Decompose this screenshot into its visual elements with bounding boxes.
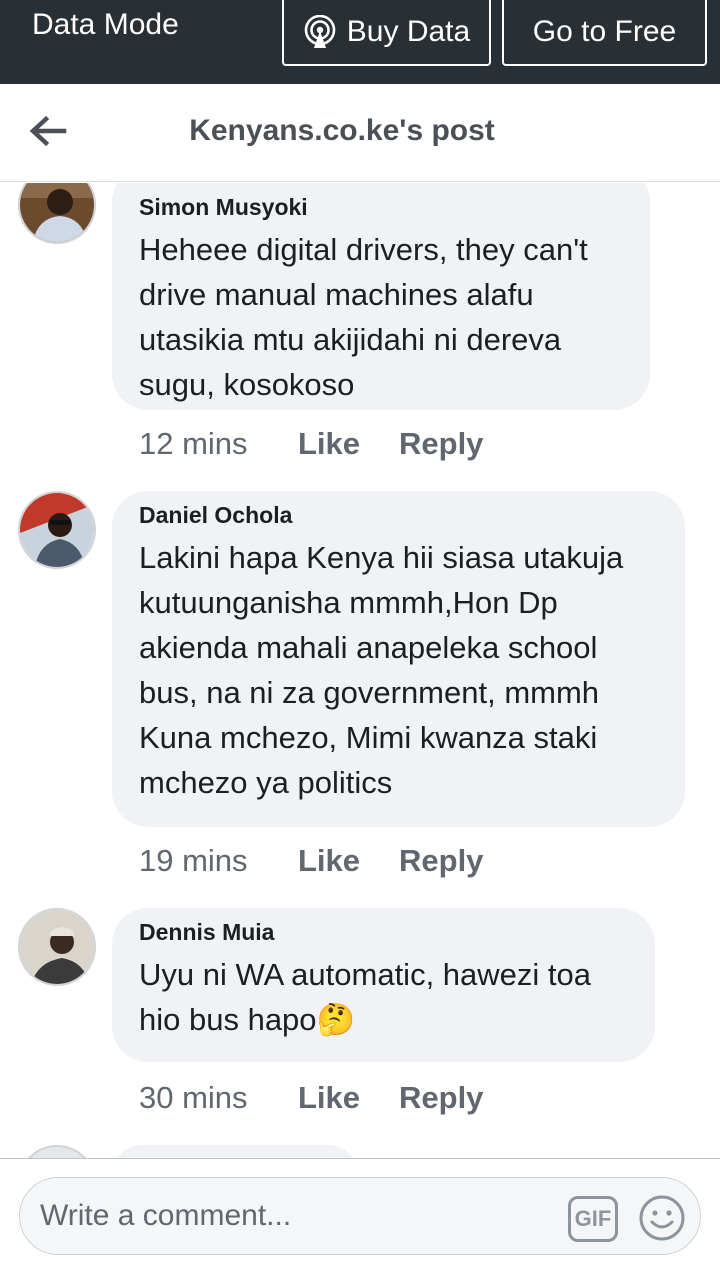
- reply-button[interactable]: Reply: [399, 843, 483, 879]
- comment-text: Lakini hapa Kenya hii siasa utakuja kutu…: [139, 540, 624, 800]
- buy-data-button[interactable]: Buy Data: [282, 0, 491, 66]
- emoji-button[interactable]: [638, 1194, 686, 1242]
- comment-time[interactable]: 30 mins: [139, 1080, 298, 1116]
- comment-text: Heheee digital drivers, they can't drive…: [139, 232, 588, 402]
- gif-icon: GIF: [574, 1206, 612, 1231]
- like-button[interactable]: Like: [298, 426, 399, 462]
- like-button[interactable]: Like: [298, 843, 399, 879]
- comment-list[interactable]: Simon Musyoki Heheee digital drivers, th…: [0, 183, 720, 1158]
- avatar[interactable]: [18, 183, 96, 244]
- post-header: Kenyans.co.ke's post: [0, 84, 720, 182]
- gif-button[interactable]: GIF: [568, 1196, 618, 1242]
- comment-bubble[interactable]: Simon Musyoki Heheee digital drivers, th…: [112, 183, 650, 410]
- comment-text: Uyu ni WA automatic, hawezi toa hio bus …: [139, 957, 591, 1037]
- avatar[interactable]: [18, 908, 96, 986]
- comment-bubble[interactable]: Daniel Ochola Lakini hapa Kenya hii sias…: [112, 491, 685, 827]
- comment-composer: GIF: [0, 1158, 720, 1261]
- comment-actions: 30 mins Like Reply: [139, 1080, 483, 1116]
- comment-actions: 12 mins Like Reply: [139, 426, 483, 462]
- comment-bubble[interactable]: Dennis Muia Uyu ni WA automatic, hawezi …: [112, 908, 655, 1062]
- reply-button[interactable]: Reply: [399, 426, 483, 462]
- comment-author[interactable]: Dennis Muia: [139, 918, 627, 946]
- comment-input[interactable]: [40, 1192, 560, 1240]
- comment-bubble[interactable]: [112, 1145, 358, 1158]
- buy-data-label: Buy Data: [346, 15, 471, 48]
- comment-author[interactable]: Daniel Ochola: [139, 501, 657, 529]
- smiley-icon: [639, 1195, 685, 1241]
- go-to-free-label: Go to Free: [532, 15, 677, 48]
- go-to-free-button[interactable]: Go to Free: [502, 0, 707, 66]
- data-mode-label: Data Mode: [32, 8, 179, 41]
- like-button[interactable]: Like: [298, 1080, 399, 1116]
- data-mode-bar: Data Mode Buy Data Go to Free: [0, 0, 720, 84]
- comment-actions: 19 mins Like Reply: [139, 843, 483, 879]
- comment-author[interactable]: Simon Musyoki: [139, 193, 622, 221]
- avatar[interactable]: [18, 1145, 96, 1158]
- comment-time[interactable]: 12 mins: [139, 426, 298, 462]
- broadcast-icon: [304, 15, 336, 48]
- comment-input-box[interactable]: GIF: [19, 1177, 701, 1255]
- page-title: Kenyans.co.ke's post: [189, 114, 495, 147]
- reply-button[interactable]: Reply: [399, 1080, 483, 1116]
- comment-time[interactable]: 19 mins: [139, 843, 298, 879]
- avatar[interactable]: [18, 491, 96, 569]
